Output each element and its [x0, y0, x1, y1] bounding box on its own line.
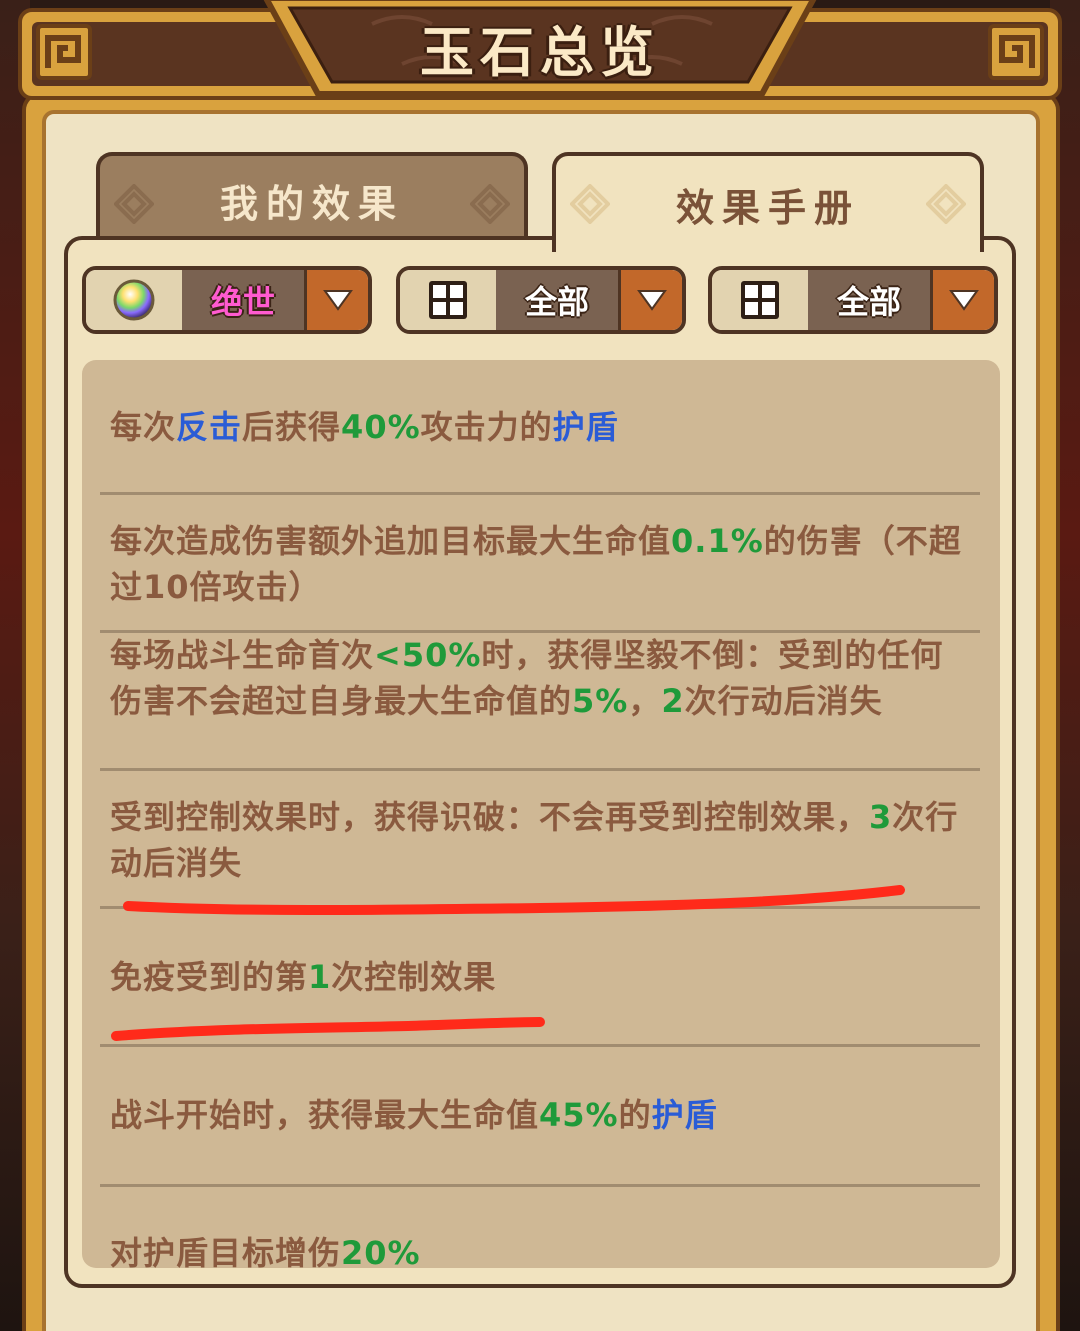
effect-item: 每次造成伤害额外追加目标最大生命值0.1%的伤害（不超过10倍攻击）	[82, 518, 1000, 610]
grid-icon	[429, 281, 467, 319]
effect-text: 攻击力的	[420, 408, 553, 446]
effect-value: 40%	[341, 408, 421, 446]
effect-text: ，	[628, 682, 662, 720]
quality-filter-dropdown[interactable]: 绝世	[82, 266, 372, 334]
divider	[100, 768, 980, 771]
effect-item: 免疫受到的第1次控制效果	[82, 954, 1000, 1000]
category-filter-value: 全部	[808, 270, 930, 330]
type-filter-dropdown[interactable]: 全部	[396, 266, 686, 334]
corner-ornament-icon	[36, 24, 92, 80]
divider	[100, 1184, 980, 1187]
effect-list[interactable]: 每次反击后获得40%攻击力的护盾 每次造成伤害额外追加目标最大生命值0.1%的伤…	[82, 360, 1000, 1268]
effect-text: 对护盾目标增伤	[110, 1234, 342, 1268]
effect-text: 每次造成伤害额外追加目标最大生命值	[110, 522, 672, 560]
effect-value: 2	[661, 682, 685, 720]
effect-value: 3	[869, 798, 893, 836]
effect-value: 20%	[341, 1234, 421, 1268]
effect-keyword: 反击	[176, 408, 243, 446]
filter-icon-box	[712, 270, 808, 330]
effect-item: 受到控制效果时，获得识破：不会再受到控制效果，3次行动后消失	[82, 794, 1000, 886]
knot-ornament-icon	[114, 184, 154, 224]
effect-value: 5%	[572, 682, 629, 720]
tab-my-effects[interactable]: 我的效果	[96, 152, 528, 244]
divider	[100, 492, 980, 495]
tab-effect-manual-label: 效果手册	[675, 185, 860, 230]
effect-item: 每场战斗生命首次<50%时，获得坚毅不倒：受到的任何伤害不会超过自身最大生命值的…	[82, 632, 1000, 724]
chevron-down-icon	[948, 290, 979, 311]
effect-value: 0.1%	[671, 522, 764, 560]
effect-value: 1	[308, 958, 332, 996]
page-title: 玉石总览	[420, 20, 660, 84]
effect-text: 的	[618, 1096, 652, 1134]
category-filter-dropdown[interactable]: 全部	[708, 266, 998, 334]
filter-icon-box	[400, 270, 496, 330]
corner-ornament-icon	[988, 24, 1044, 80]
grid-icon	[741, 281, 779, 319]
tab-effect-manual[interactable]: 效果手册	[552, 152, 984, 252]
effect-text: 次控制效果	[331, 958, 497, 996]
type-filter-value: 全部	[496, 270, 618, 330]
effect-keyword: 护盾	[552, 408, 619, 446]
knot-ornament-icon	[926, 184, 966, 224]
dropdown-arrow-button[interactable]	[618, 270, 682, 330]
divider	[100, 906, 980, 909]
chevron-down-icon	[322, 290, 353, 311]
tab-my-effects-label: 我的效果	[219, 181, 404, 226]
effect-text: 次行动后消失	[684, 682, 883, 720]
effect-keyword: 护盾	[651, 1096, 718, 1134]
title-plate: 玉石总览	[262, 0, 818, 98]
effect-text: 每次	[110, 408, 177, 446]
filter-icon-box	[86, 270, 182, 330]
effect-value: 45%	[539, 1096, 619, 1134]
gem-orb-icon	[113, 279, 155, 321]
effect-item: 每次反击后获得40%攻击力的护盾	[82, 404, 1000, 450]
effect-text: 每场战斗生命首次	[110, 636, 375, 674]
chevron-down-icon	[636, 290, 667, 311]
knot-ornament-icon	[570, 184, 610, 224]
effect-item: 战斗开始时，获得最大生命值45%的护盾	[82, 1092, 1000, 1138]
dropdown-arrow-button[interactable]	[930, 270, 994, 330]
effect-text: 受到控制效果时，获得识破：不会再受到控制效果，	[110, 798, 870, 836]
dropdown-arrow-button[interactable]	[304, 270, 368, 330]
effect-item: 对护盾目标增伤20%	[82, 1230, 1000, 1268]
effect-text: 后获得	[242, 408, 342, 446]
divider	[100, 1044, 980, 1047]
quality-filter-value: 绝世	[182, 270, 304, 330]
effect-text: 免疫受到的第	[110, 958, 309, 996]
effect-text: 战斗开始时，获得最大生命值	[110, 1096, 540, 1134]
knot-ornament-icon	[470, 184, 510, 224]
effect-value: <50%	[374, 636, 482, 674]
